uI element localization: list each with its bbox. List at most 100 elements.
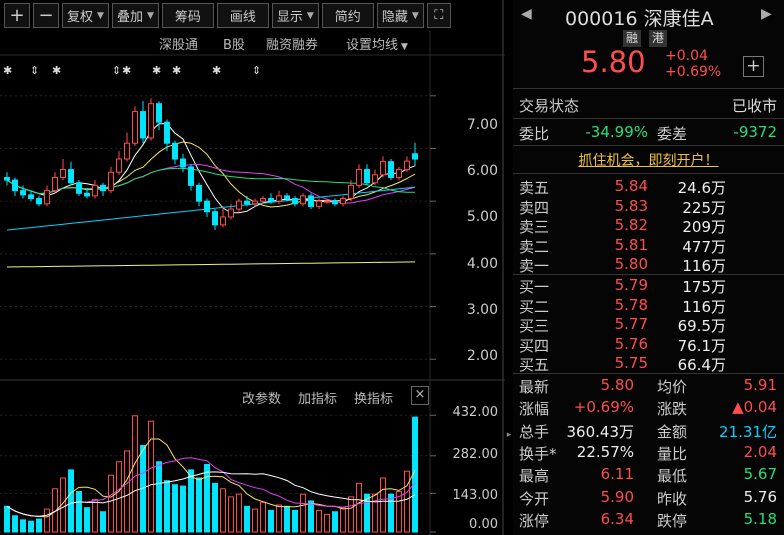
volume-bar xyxy=(300,493,306,533)
buy-level-label: 买四 xyxy=(519,336,550,355)
sell-level-volume: 209万 xyxy=(682,218,726,236)
volume-bar xyxy=(196,477,202,533)
stat-label: 跌停 xyxy=(657,511,688,530)
volume-bar xyxy=(308,500,314,533)
sell-level-volume: 477万 xyxy=(682,237,726,256)
candles xyxy=(4,98,418,231)
add-indicator-button[interactable]: 加指标 xyxy=(298,388,337,407)
candle-body xyxy=(196,184,202,202)
candle-body xyxy=(108,171,114,192)
next-stock-icon[interactable]: ▶ xyxy=(761,6,772,22)
sell-level-label: 卖二 xyxy=(519,237,550,256)
candle-body xyxy=(68,169,74,184)
swap-indicator-button[interactable]: 换指标 xyxy=(354,388,393,407)
buy-level-label: 买二 xyxy=(519,297,550,316)
candle-body xyxy=(300,195,306,205)
volume-bar xyxy=(44,508,50,533)
add-watchlist-button[interactable]: + xyxy=(743,56,764,77)
sell-level-price: 5.84 xyxy=(614,177,648,195)
price-tick: 6.00 xyxy=(466,163,498,179)
sell-level-price: 5.80 xyxy=(614,255,648,273)
volume-bar xyxy=(172,484,178,533)
close-indicator-button[interactable]: × xyxy=(411,386,429,405)
collapse-handle-icon[interactable]: ▸ xyxy=(505,420,513,450)
stat-label: 今开 xyxy=(519,489,550,508)
buy-level-volume: 69.5万 xyxy=(677,317,726,335)
candle-body xyxy=(292,198,298,205)
candle-body xyxy=(156,103,162,123)
event-marker-icon: ⇕ xyxy=(252,64,261,77)
stat-value: 5.76 xyxy=(743,487,777,506)
candle-body xyxy=(164,121,170,144)
trade-status-value: 已收市 xyxy=(731,97,777,115)
candle-body xyxy=(236,200,242,210)
stat-value: 21.31亿 xyxy=(719,422,777,441)
divider xyxy=(513,118,784,119)
last-price: 5.80 xyxy=(581,45,646,79)
candle-body xyxy=(212,211,218,226)
buy-level-volume: 175万 xyxy=(682,278,726,296)
candle-body xyxy=(140,111,146,139)
volume-bar xyxy=(388,493,394,533)
event-marker-icon: ✱ xyxy=(152,64,161,77)
sell-level-volume: 225万 xyxy=(682,198,726,217)
price-change: +0.04 xyxy=(665,48,708,64)
event-marker-icon: ✱ xyxy=(3,64,12,77)
price-tick: 2.00 xyxy=(466,348,498,364)
stat-label: 金额 xyxy=(657,422,688,441)
buy-level-price: 5.77 xyxy=(614,315,648,333)
volume-bar xyxy=(12,515,18,533)
stat-value: ▲0.04 xyxy=(732,398,777,417)
volume-bars xyxy=(4,415,418,533)
sell-level-price: 5.82 xyxy=(614,216,648,234)
volume-bar xyxy=(68,469,74,533)
volume-bar xyxy=(188,469,194,533)
price-change-pct: +0.69% xyxy=(665,64,722,80)
stat-label: 昨收 xyxy=(657,489,688,508)
edit-params-button[interactable]: 改参数 xyxy=(242,388,281,407)
candle-body xyxy=(332,200,338,205)
candle-body xyxy=(396,169,402,178)
weibi-value: -34.99% xyxy=(585,123,648,141)
ma120-line xyxy=(6,261,416,268)
volume-bar xyxy=(220,488,226,533)
buy-level-volume: 116万 xyxy=(682,297,726,316)
weicha-label: 委差 xyxy=(657,125,688,143)
sell-level-volume: 116万 xyxy=(682,257,726,275)
candle-body xyxy=(316,200,322,207)
candle-body xyxy=(380,161,386,176)
buy-level-price: 5.76 xyxy=(614,334,648,353)
price-tick: 3.00 xyxy=(466,302,498,318)
stat-value: 22.57% xyxy=(576,442,634,461)
candle-body xyxy=(116,158,122,173)
candle-body xyxy=(412,153,418,160)
volume-bar xyxy=(116,461,122,533)
divider xyxy=(513,274,784,275)
volume-bar xyxy=(180,485,186,533)
volume-bar xyxy=(244,505,250,533)
candle-body xyxy=(124,142,130,160)
volume-bar xyxy=(236,493,242,533)
buy-level-volume: 76.1万 xyxy=(677,336,726,355)
volume-bar xyxy=(228,496,234,533)
sell-level-label: 卖一 xyxy=(519,257,550,275)
candle-body xyxy=(12,179,18,192)
sell-level-price: 5.81 xyxy=(614,235,648,254)
candle-body xyxy=(60,169,66,178)
volume-bar xyxy=(396,490,402,533)
kline-chart[interactable]: ✱ ⇕ ✱ ⇕ ✱ ✱ ✱ ✱ ⇕ xyxy=(0,0,505,535)
stat-label: 量比 xyxy=(657,444,688,463)
volume-bar xyxy=(276,504,282,533)
candle-body xyxy=(204,200,210,213)
volume-bar xyxy=(28,520,34,533)
buy-level-label: 买五 xyxy=(519,356,550,374)
volume-bar xyxy=(348,496,354,533)
candle-body xyxy=(308,195,314,207)
price-tick: 5.00 xyxy=(466,209,498,225)
open-account-banner[interactable]: 抓住机会，即刻开户！ xyxy=(513,150,784,170)
stat-value: 6.11 xyxy=(600,465,634,484)
prev-stock-icon[interactable]: ◀ xyxy=(521,6,532,22)
candle-body xyxy=(172,142,178,160)
volume-bar xyxy=(76,490,82,533)
candle-body xyxy=(388,161,394,178)
